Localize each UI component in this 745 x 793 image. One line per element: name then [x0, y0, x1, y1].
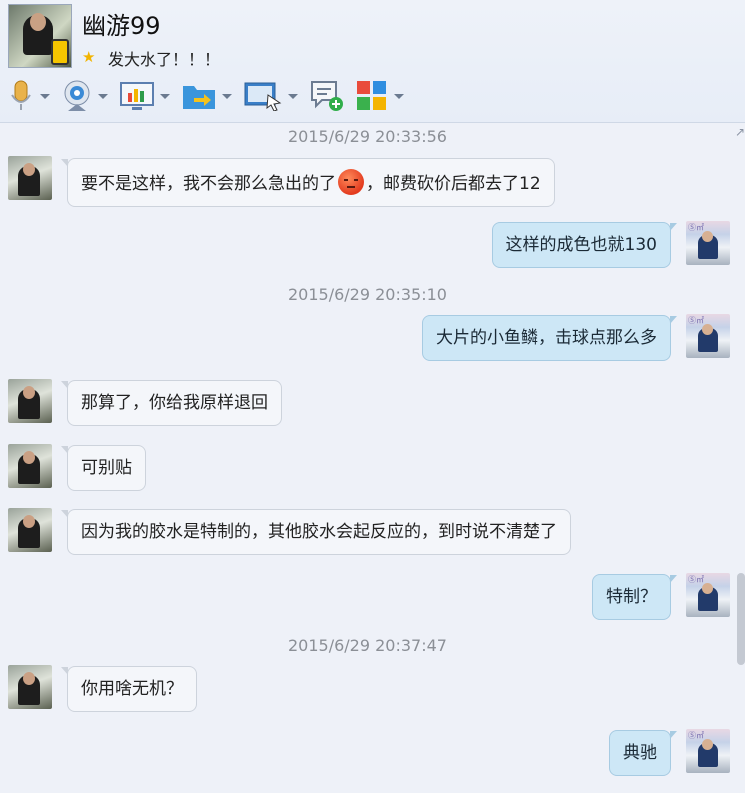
message-bubble[interactable]: 大片的小鱼鳞，击球点那么多 [422, 315, 677, 361]
angry-face-icon [338, 169, 364, 195]
message-text: 可别贴 [81, 458, 132, 478]
chat-history: 2015/6/29 20:33:56 要不是这样，我不会那么急出的了 ，邮费砍价后… [0, 123, 735, 793]
chevron-down-icon[interactable] [222, 93, 232, 99]
message-timestamp: 2015/6/29 20:37:47 [288, 636, 447, 655]
message-text: 要不是这样，我不会那么急出的了 [81, 174, 336, 194]
message-bubble[interactable]: 特制？ [592, 574, 677, 620]
message-bubble[interactable]: 你用啥无机？ [61, 666, 197, 712]
message-text: 典驰 [623, 743, 657, 763]
message-bubble[interactable]: 这样的成色也就130 [491, 222, 678, 268]
remote-desktop-icon [244, 82, 282, 111]
send-file-button[interactable] [182, 81, 232, 111]
screen-share-button[interactable] [120, 81, 170, 111]
message-bubble[interactable]: 典驰 [609, 730, 677, 776]
screen-share-icon [120, 82, 154, 110]
message-bubble[interactable]: 那算了，你给我原样退回 [61, 380, 282, 426]
chat-scrollbar[interactable]: ↗ [735, 123, 745, 793]
star-icon: ★ [82, 48, 96, 66]
new-message-button[interactable] [310, 80, 344, 112]
remote-desktop-button[interactable] [244, 81, 298, 111]
voice-call-button[interactable] [8, 79, 50, 113]
contact-avatar[interactable] [8, 156, 52, 200]
chevron-down-icon[interactable] [160, 93, 170, 99]
message-text: 那算了，你给我原样退回 [81, 393, 268, 413]
chevron-down-icon[interactable] [394, 93, 404, 99]
my-avatar[interactable]: Ⓢ㎡ [686, 729, 730, 773]
contact-name[interactable]: 幽游99 [82, 6, 161, 41]
collapse-arrow-icon[interactable]: ↗ [735, 125, 745, 139]
contact-avatar[interactable] [8, 508, 52, 552]
message-text: 大片的小鱼鳞，击球点那么多 [436, 328, 657, 348]
chevron-down-icon[interactable] [40, 93, 50, 99]
my-avatar[interactable]: Ⓢ㎡ [686, 573, 730, 617]
contact-avatar[interactable] [8, 379, 52, 423]
mobile-online-icon [51, 39, 69, 65]
my-avatar[interactable]: Ⓢ㎡ [686, 221, 730, 265]
apps-button[interactable] [356, 80, 404, 112]
contact-avatar[interactable] [8, 665, 52, 709]
message-text: 特制？ [606, 587, 657, 607]
my-avatar[interactable]: Ⓢ㎡ [686, 314, 730, 358]
toolbar [8, 76, 416, 116]
message-bubble[interactable]: 可别贴 [61, 445, 146, 491]
microphone-icon [11, 80, 31, 110]
contact-signature: 发大水了！！！ [108, 50, 221, 69]
message-bubble[interactable]: 要不是这样，我不会那么急出的了 ，邮费砍价后都去了12 [61, 158, 555, 207]
new-message-icon [311, 81, 343, 111]
chevron-down-icon[interactable] [288, 93, 298, 99]
video-call-button[interactable] [62, 79, 108, 113]
contact-avatar[interactable] [8, 444, 52, 488]
contact-avatar[interactable] [8, 4, 72, 68]
send-file-icon [183, 86, 215, 109]
message-text: ，邮费砍价后都去了12 [366, 174, 541, 194]
message-text: 你用啥无机？ [81, 679, 183, 699]
chat-header: 幽游99 ★ 发大水了！！！ [0, 0, 745, 123]
message-text: 因为我的胶水是特制的，其他胶水会起反应的，到时说不清楚了 [81, 522, 557, 542]
scrollbar-thumb[interactable] [737, 573, 745, 665]
message-timestamp: 2015/6/29 20:35:10 [288, 285, 447, 304]
message-bubble[interactable]: 因为我的胶水是特制的，其他胶水会起反应的，到时说不清楚了 [61, 509, 571, 555]
webcam-icon [64, 80, 90, 111]
chevron-down-icon[interactable] [98, 93, 108, 99]
message-text: 这样的成色也就130 [505, 235, 657, 255]
message-timestamp: 2015/6/29 20:33:56 [288, 127, 447, 146]
apps-icon [357, 81, 386, 110]
